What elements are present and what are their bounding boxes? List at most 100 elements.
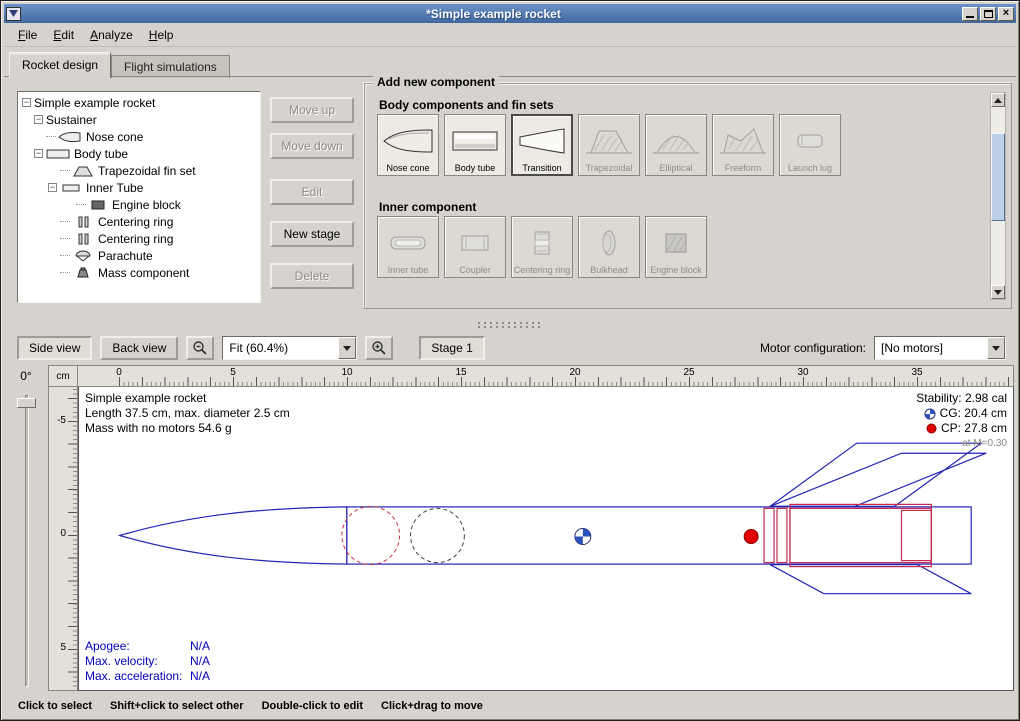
zoom-level-value: Fit (60.4%) [223,341,338,355]
component-panel-scrollbar[interactable] [990,92,1006,300]
motor-configuration-label: Motor configuration: [760,341,866,355]
zoom-in-button[interactable] [365,336,393,360]
stability-info: Stability: 2.98 cal CG: 20.4 cm CP: 27.8… [916,391,1007,451]
split-pane-divider[interactable] [4,319,1016,331]
parachute-icon [72,250,94,262]
centering-ring-icon [72,233,94,245]
title-bar[interactable]: *Simple example rocket × [4,4,1016,23]
combo-arrow-button[interactable] [338,337,356,359]
rotation-slider-handle[interactable] [17,398,36,408]
combo-arrow-button[interactable] [987,337,1005,359]
move-down-button[interactable]: Move down [270,133,354,159]
ruler-tick-label: 30 [797,367,808,378]
arrow-down-icon [994,290,1002,295]
tab-rocket-design[interactable]: Rocket design [9,52,111,78]
engine-block-icon [88,199,108,211]
tree-label: Centering ring [98,232,173,246]
collapse-icon[interactable]: − [48,183,57,192]
tree-label: Centering ring [98,215,173,229]
rocket-dimensions-text: Length 37.5 cm, max. diameter 2.5 cm [85,406,290,421]
cp-icon [926,423,937,434]
add-centering-ring-button[interactable]: Centering ring [511,216,573,278]
menu-bar: File Edit Analyze Help [4,23,1016,47]
maximize-button[interactable] [980,7,996,21]
tree-label: Inner Tube [86,181,143,195]
cp-text: CP: 27.8 cm [941,421,1007,436]
mach-text: at M=0.30 [916,436,1007,451]
edit-button[interactable]: Edit [270,179,354,205]
menu-edit[interactable]: Edit [45,25,82,45]
motor-configuration-combo[interactable]: [No motors] [874,336,1006,360]
tree-item-nose-cone[interactable]: Nose cone [20,128,260,145]
inner-component-buttons: Inner tube Coupler Centering ring [377,216,707,278]
add-nose-cone-button[interactable]: Nose cone [377,114,439,176]
tree-item-sustainer[interactable]: − Sustainer [20,111,260,128]
stage-1-toggle[interactable]: Stage 1 [419,336,484,360]
tree-item-centering-ring-2[interactable]: Centering ring [20,230,260,247]
ruler-tick-label: 15 [455,367,466,378]
horizontal-ruler: 0 5 10 15 20 25 30 35 [78,365,1014,387]
delete-button[interactable]: Delete [270,263,354,289]
move-up-button[interactable]: Move up [270,97,354,123]
tree-item-engine-block[interactable]: Engine block [20,196,260,213]
add-inner-tube-button[interactable]: Inner tube [377,216,439,278]
rotation-angle-label: 0° [10,369,42,383]
add-launch-lug-button[interactable]: Launch lug [779,114,841,176]
zoom-in-icon [371,340,387,356]
tree-item-rocket[interactable]: − Simple example rocket [20,94,260,111]
ruler-tick-label: 5 [51,642,66,653]
chevron-down-icon [992,346,1000,351]
fin-bottom [770,565,971,594]
collapse-icon[interactable]: − [22,98,31,107]
cg-marker [575,528,591,544]
add-coupler-button[interactable]: Coupler [444,216,506,278]
minimize-button[interactable] [962,7,978,21]
stability-text: Stability: 2.98 cal [916,391,1007,406]
fin-icon [72,165,94,177]
max-acceleration-value: N/A [190,669,210,684]
ruler-tick-label: 25 [683,367,694,378]
add-engine-block-button[interactable]: Engine block [645,216,707,278]
scroll-up-button[interactable] [991,93,1005,107]
add-freeform-fin-button[interactable]: Freeform [712,114,774,176]
zoom-out-button[interactable] [186,336,214,360]
tree-item-centering-ring-1[interactable]: Centering ring [20,213,260,230]
tree-item-parachute[interactable]: Parachute [20,247,260,264]
side-view-button[interactable]: Side view [17,336,92,360]
collapse-icon[interactable]: − [34,115,43,124]
collapse-icon[interactable]: − [34,149,43,158]
tree-label: Engine block [112,198,181,212]
status-hint-edit: Double-click to edit [262,700,363,712]
cg-icon [924,408,936,420]
tree-item-mass-component[interactable]: Mass component [20,264,260,281]
add-bulkhead-button[interactable]: Bulkhead [578,216,640,278]
scrollbar-thumb[interactable] [991,133,1005,221]
rotation-slider-track[interactable] [25,395,29,687]
add-trapezoidal-fin-button[interactable]: Trapezoidal [578,114,640,176]
menu-file[interactable]: File [10,25,45,45]
tree-item-body-tube[interactable]: − Body tube [20,145,260,162]
tab-flight-simulations[interactable]: Flight simulations [111,55,230,78]
ruler-tick-label: 0 [51,528,66,539]
menu-help[interactable]: Help [141,25,182,45]
tree-item-inner-tube[interactable]: − Inner Tube [20,179,260,196]
tree-label: Body tube [74,147,128,161]
add-elliptical-fin-button[interactable]: Elliptical [645,114,707,176]
add-body-tube-button[interactable]: Body tube [444,114,506,176]
apogee-label: Apogee: [85,639,190,654]
zoom-level-combo[interactable]: Fit (60.4%) [222,336,357,360]
splitter-grip [478,322,542,324]
back-view-button[interactable]: Back view [100,336,178,360]
menu-analyze[interactable]: Analyze [82,25,141,45]
rocket-drawing-canvas[interactable]: Simple example rocket Length 37.5 cm, ma… [78,387,1014,691]
ruler-tick-label: 35 [911,367,922,378]
body-tube-icon [46,148,70,160]
tree-item-fin-set[interactable]: Trapezoidal fin set [20,162,260,179]
close-button[interactable]: × [998,7,1014,21]
component-tree[interactable]: − Simple example rocket − Sustainer Nose… [17,91,261,303]
scroll-down-button[interactable] [991,285,1005,299]
add-transition-button[interactable]: Transition [511,114,573,176]
rocket-summary: Simple example rocket Length 37.5 cm, ma… [85,391,290,436]
ruler-tick-label: 20 [569,367,580,378]
new-stage-button[interactable]: New stage [270,221,354,247]
